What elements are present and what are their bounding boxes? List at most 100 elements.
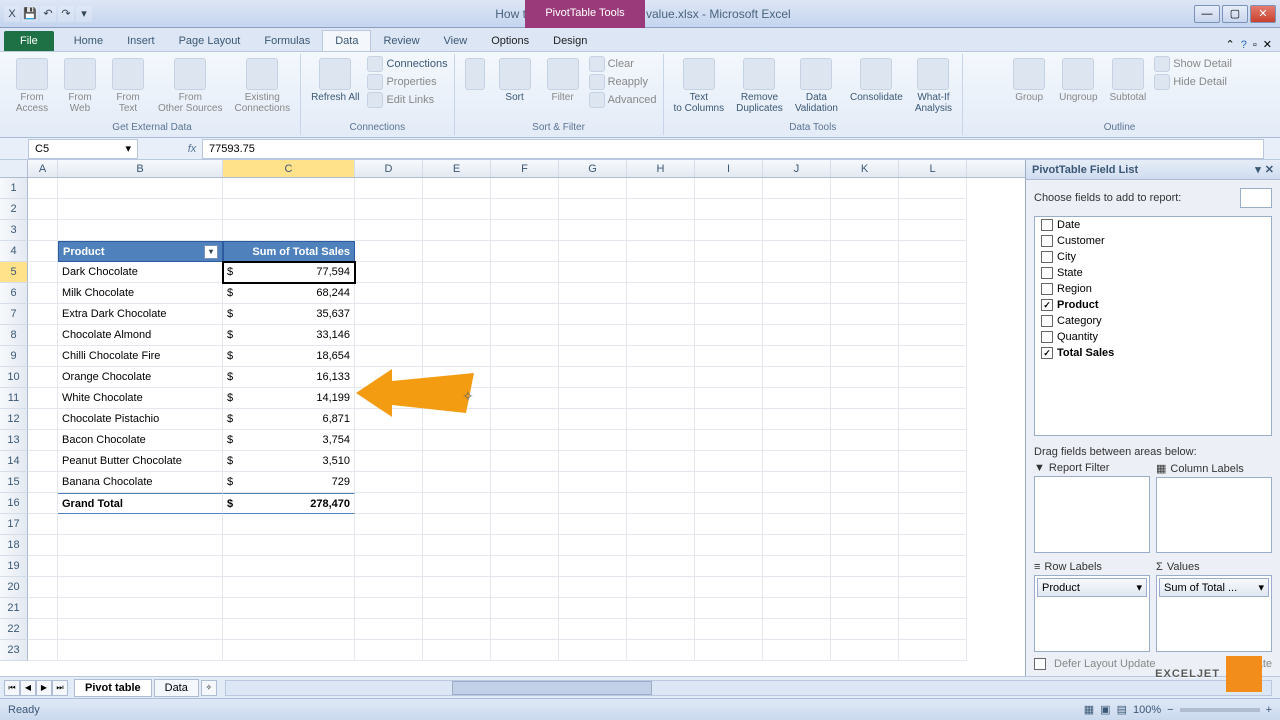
row-header[interactable]: 23 <box>0 640 28 661</box>
view-pagebreak-icon[interactable]: ▤ <box>1117 703 1127 716</box>
cell[interactable] <box>627 367 695 388</box>
cell[interactable] <box>423 220 491 241</box>
cell[interactable] <box>559 241 627 262</box>
cell[interactable] <box>491 430 559 451</box>
cell[interactable] <box>355 619 423 640</box>
cell[interactable] <box>695 304 763 325</box>
cell[interactable] <box>627 451 695 472</box>
cell[interactable] <box>627 304 695 325</box>
cell[interactable] <box>28 220 58 241</box>
cell[interactable] <box>899 199 967 220</box>
cell[interactable] <box>491 514 559 535</box>
cell[interactable]: Chocolate Pistachio <box>58 409 223 430</box>
cell[interactable] <box>559 472 627 493</box>
cell[interactable]: Banana Chocolate <box>58 472 223 493</box>
cell[interactable] <box>423 241 491 262</box>
cell[interactable] <box>423 178 491 199</box>
cell[interactable] <box>491 493 559 514</box>
cell[interactable]: Milk Chocolate <box>58 283 223 304</box>
from-other-sources-button[interactable]: FromOther Sources <box>154 56 226 116</box>
cell[interactable]: White Chocolate <box>58 388 223 409</box>
cell[interactable] <box>423 577 491 598</box>
cell[interactable] <box>831 472 899 493</box>
cell[interactable] <box>695 220 763 241</box>
restore-window-icon[interactable]: ▫ <box>1253 39 1257 51</box>
cell[interactable] <box>423 346 491 367</box>
cell[interactable]: Dark Chocolate <box>58 262 223 283</box>
cell[interactable] <box>899 472 967 493</box>
row-header[interactable]: 7 <box>0 304 28 325</box>
cell[interactable]: $18,654 <box>223 346 355 367</box>
col-header-F[interactable]: F <box>491 160 559 177</box>
fx-icon[interactable]: fx <box>182 143 202 155</box>
tab-nav-prev[interactable]: ◀ <box>20 680 36 696</box>
cell[interactable] <box>28 325 58 346</box>
sheet-tab-data[interactable]: Data <box>154 679 199 697</box>
reapply-button[interactable]: Reapply <box>589 74 657 90</box>
cell[interactable] <box>355 577 423 598</box>
cell[interactable]: $33,146 <box>223 325 355 346</box>
row-header[interactable]: 22 <box>0 619 28 640</box>
refresh-all-button[interactable]: Refresh All <box>307 56 363 105</box>
cell[interactable] <box>559 178 627 199</box>
cell[interactable] <box>491 577 559 598</box>
cell[interactable]: $3,510 <box>223 451 355 472</box>
cell[interactable] <box>899 241 967 262</box>
cell[interactable]: Chilli Chocolate Fire <box>58 346 223 367</box>
col-header-G[interactable]: G <box>559 160 627 177</box>
cell[interactable] <box>491 325 559 346</box>
close-button[interactable]: ✕ <box>1250 5 1276 23</box>
cell[interactable] <box>763 367 831 388</box>
cell[interactable] <box>355 451 423 472</box>
cell[interactable] <box>831 262 899 283</box>
cell[interactable] <box>355 388 423 409</box>
cell[interactable] <box>763 178 831 199</box>
col-header-C[interactable]: C <box>223 160 355 177</box>
col-header-D[interactable]: D <box>355 160 423 177</box>
cell[interactable] <box>695 493 763 514</box>
tab-home[interactable]: Home <box>62 31 115 51</box>
show-detail-button[interactable]: Show Detail <box>1154 56 1232 72</box>
cell[interactable] <box>627 241 695 262</box>
col-header-L[interactable]: L <box>899 160 967 177</box>
cell[interactable] <box>491 262 559 283</box>
row-header[interactable]: 16 <box>0 493 28 514</box>
cell[interactable] <box>899 283 967 304</box>
cell[interactable] <box>763 535 831 556</box>
cell[interactable] <box>763 577 831 598</box>
tab-review[interactable]: Review <box>371 31 431 51</box>
cell[interactable] <box>763 325 831 346</box>
cell[interactable] <box>559 346 627 367</box>
cell[interactable] <box>355 178 423 199</box>
properties-button[interactable]: Properties <box>367 74 447 90</box>
cell[interactable] <box>355 367 423 388</box>
cell[interactable] <box>28 409 58 430</box>
cell[interactable] <box>763 388 831 409</box>
minimize-button[interactable]: — <box>1194 5 1220 23</box>
cell[interactable] <box>423 640 491 661</box>
cell[interactable] <box>423 451 491 472</box>
cell[interactable] <box>355 535 423 556</box>
cell[interactable] <box>423 556 491 577</box>
existing-connections-button[interactable]: ExistingConnections <box>230 56 294 116</box>
cell[interactable] <box>355 220 423 241</box>
cell[interactable] <box>491 346 559 367</box>
cell[interactable] <box>695 241 763 262</box>
cell[interactable] <box>28 619 58 640</box>
cell[interactable] <box>899 304 967 325</box>
cell[interactable] <box>58 535 223 556</box>
cell[interactable] <box>627 619 695 640</box>
cell[interactable] <box>559 535 627 556</box>
cell[interactable] <box>559 493 627 514</box>
cell[interactable] <box>58 598 223 619</box>
row-header[interactable]: 11 <box>0 388 28 409</box>
cell[interactable] <box>627 262 695 283</box>
cell[interactable] <box>491 241 559 262</box>
remove-duplicates-button[interactable]: RemoveDuplicates <box>732 56 787 116</box>
cell[interactable] <box>223 598 355 619</box>
cell[interactable] <box>559 304 627 325</box>
field-total-sales[interactable]: ✓Total Sales <box>1035 345 1271 361</box>
tab-nav-first[interactable]: ⏮ <box>4 680 20 696</box>
cell[interactable] <box>28 451 58 472</box>
from-text-button[interactable]: FromText <box>106 56 150 116</box>
